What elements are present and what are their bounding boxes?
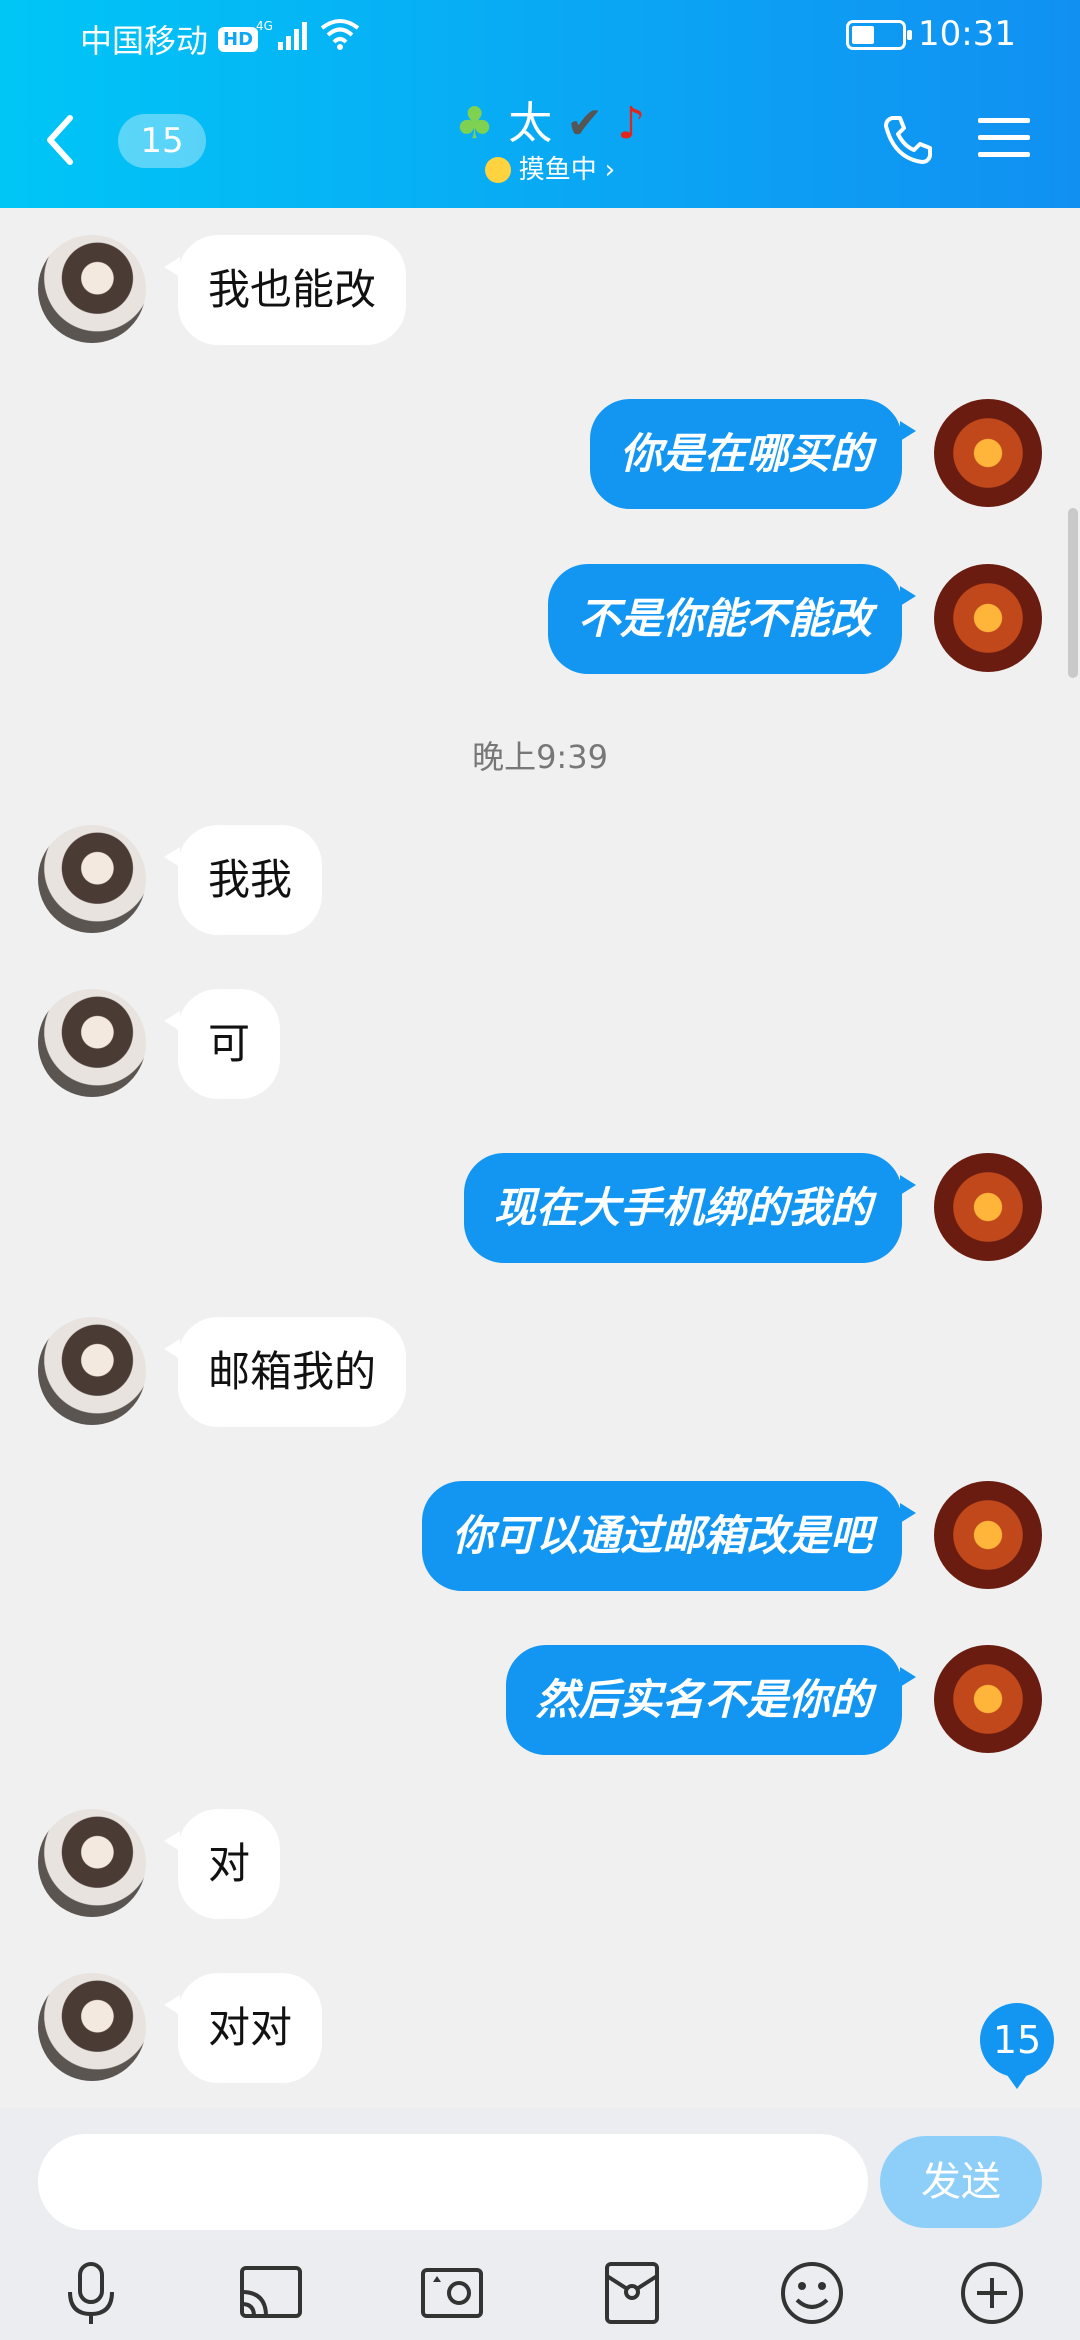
check-icon: ✔ [566,98,604,149]
menu-icon[interactable] [978,116,1030,160]
camera-button[interactable] [417,2258,487,2328]
status-text: 摸鱼中 [518,155,597,185]
input-bar: 发送 [0,2108,1080,2340]
message-bubble-outgoing[interactable]: 你可以通过邮箱改是吧 [421,1481,917,1591]
chat-header: 中国移动 HD 4G 10:31 15 ♣ 太 ✔ ♪ 摸鱼中 › [0,0,1080,208]
message-bubble-incoming[interactable]: 可 [163,989,281,1099]
scrollbar[interactable] [1068,508,1078,678]
carrier-name: 中国移动 [80,22,209,60]
network-type: 4G [256,19,273,33]
contact-avatar[interactable] [38,1973,146,2081]
emoji-button[interactable] [777,2258,847,2328]
message-timestamp: 晚上9:39 [472,738,608,776]
my-avatar[interactable] [934,399,1042,507]
contact-avatar[interactable] [38,825,146,933]
screen-share-icon [240,2266,302,2318]
message-bubble-incoming[interactable]: 我我 [163,825,323,935]
signal-icon: 4G [256,19,307,50]
clock: 10:31 [918,14,1016,54]
contact-avatar[interactable] [38,1809,146,1917]
message-list[interactable]: 我也能改 你是在哪买的 不是你能不能改 晚上9:39 我我 可 现在大手机绑的我… [0,208,1080,2108]
voice-button[interactable] [56,2258,126,2328]
status-bar: 中国移动 HD 4G 10:31 [0,0,1080,72]
screen-share-button[interactable] [236,2258,306,2328]
message-bubble-outgoing[interactable]: 不是你能不能改 [547,564,917,674]
contact-name: ♣ 太 ✔ ♪ [380,96,720,152]
more-button[interactable] [957,2258,1027,2328]
message-bubble-incoming[interactable]: 对对 [163,1973,323,2083]
my-avatar[interactable] [934,1153,1042,1261]
red-packet-icon [605,2262,659,2324]
contact-avatar[interactable] [38,1317,146,1425]
mic-icon [68,2262,114,2324]
chili-icon: ♪ [617,98,646,149]
status-emoji-icon [484,157,511,183]
carrier-info: 中国移动 HD [80,16,259,62]
wifi-icon [320,19,360,50]
message-input[interactable] [38,2134,868,2230]
sprout-icon: ♣ [454,98,495,149]
contact-info[interactable]: ♣ 太 ✔ ♪ 摸鱼中 › [380,96,720,188]
message-bubble-outgoing[interactable]: 然后实名不是你的 [505,1645,917,1755]
battery-icon [846,20,912,50]
camera-icon [421,2268,483,2318]
my-avatar[interactable] [934,1481,1042,1589]
contact-name-text: 太 [508,98,553,149]
my-avatar[interactable] [934,564,1042,672]
my-avatar[interactable] [934,1645,1042,1753]
contact-avatar[interactable] [38,989,146,1097]
message-bubble-outgoing[interactable]: 你是在哪买的 [589,399,917,509]
back-button[interactable] [40,110,80,170]
message-bubble-incoming[interactable]: 我也能改 [163,235,407,345]
send-button[interactable]: 发送 [880,2136,1042,2228]
phone-call-icon[interactable] [880,112,936,168]
plus-icon [961,2262,1023,2324]
contact-avatar[interactable] [38,235,146,343]
status-arrow-icon: › [604,155,616,185]
emoji-icon [781,2262,843,2324]
message-bubble-outgoing[interactable]: 现在大手机绑的我的 [463,1153,917,1263]
message-bubble-incoming[interactable]: 对 [163,1809,281,1919]
hd-badge: HD [218,26,259,52]
red-packet-button[interactable] [597,2258,667,2328]
message-bubble-incoming[interactable]: 邮箱我的 [163,1317,407,1427]
chat-screen: 中国移动 HD 4G 10:31 15 ♣ 太 ✔ ♪ 摸鱼中 › 我也能改 你… [0,0,1080,2340]
contact-status: 摸鱼中 › [380,152,720,188]
unread-count-badge[interactable]: 15 [118,114,206,168]
new-messages-badge[interactable]: 15 [980,2003,1054,2089]
